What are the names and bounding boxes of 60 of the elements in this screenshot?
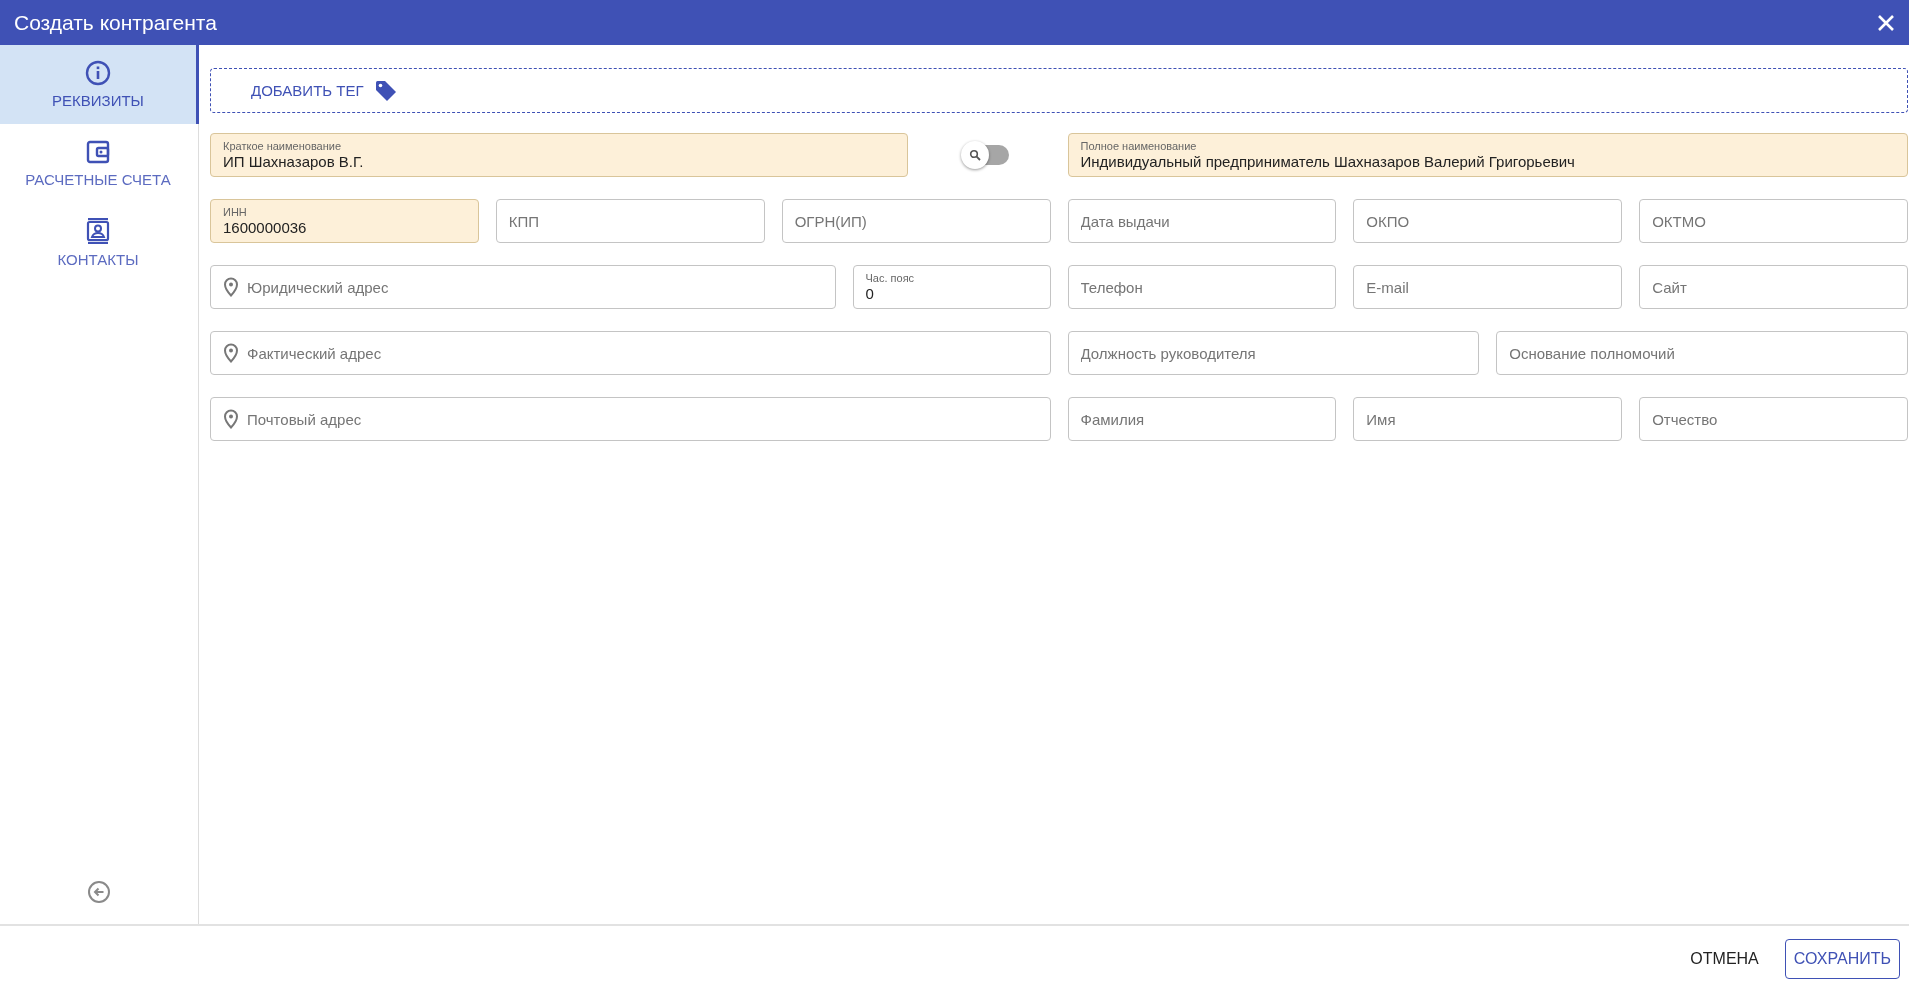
input-field[interactable]: Дата выдачи [1080, 212, 1324, 230]
cancel-button[interactable]: ОТМЕНА [1690, 941, 1759, 976]
input-field[interactable]: Телефон [1080, 278, 1324, 296]
window-title: Создать контрагента [14, 10, 217, 35]
sidebar-tab[interactable]: КОНТАКТЫ [0, 203, 199, 282]
input-field[interactable]: Фактический адрес [247, 344, 1038, 362]
text-field[interactable]: Основание полномочий [1496, 331, 1908, 375]
text-field[interactable]: Юридический адрес [210, 265, 836, 309]
text-field[interactable]: Фактический адрес [210, 331, 1051, 375]
contact-card-icon [85, 217, 111, 245]
field-label: Час. пояс [865, 272, 916, 285]
field-label: Краткое наименование [223, 140, 343, 153]
text-field[interactable]: Краткое наименование ИП Шахназаров В.Г. [210, 133, 908, 177]
save-button[interactable]: СОХРАНИТЬ [1784, 938, 1900, 979]
text-field[interactable]: Дата выдачи [1067, 199, 1337, 243]
input-field[interactable]: ИП Шахназаров В.Г. [223, 153, 895, 170]
field-label: ИНН [223, 206, 248, 219]
input-field[interactable]: Фамилия [1080, 410, 1324, 428]
location-pin-icon [223, 409, 239, 429]
text-field[interactable]: Полное наименование Индивидуальный предприниматель Шахназаров Валерий Григорьевич [1067, 133, 1908, 177]
input-field[interactable]: Должность руководителя [1080, 344, 1467, 362]
tag-icon [373, 78, 398, 103]
text-field[interactable]: Имя [1353, 397, 1623, 441]
input-field[interactable]: ОГРН(ИП) [794, 212, 1038, 230]
input-field[interactable]: Имя [1366, 410, 1610, 428]
input-field[interactable]: Юридический адрес [247, 278, 823, 296]
text-field[interactable]: Должность руководителя [1067, 331, 1480, 375]
input-field[interactable]: Почтовый адрес [247, 410, 1038, 428]
wallet-icon [85, 139, 111, 165]
info-icon [85, 60, 111, 86]
text-field[interactable]: Фамилия [1067, 397, 1337, 441]
text-field[interactable]: ИНН 1600000036 [210, 199, 479, 243]
input-field[interactable]: ОКПО [1366, 212, 1610, 230]
text-field[interactable]: ОКТМО [1639, 199, 1908, 243]
text-field[interactable]: E-mail [1353, 265, 1623, 309]
add-tag-button[interactable]: ДОБАВИТЬ ТЕГ [251, 78, 398, 103]
input-field[interactable]: Основание полномочий [1509, 344, 1895, 362]
text-field[interactable]: Телефон [1067, 265, 1337, 309]
sidebar-tab[interactable]: РЕКВИЗИТЫ [0, 45, 199, 124]
text-field[interactable]: ОГРН(ИП) [781, 199, 1051, 243]
location-pin-icon [223, 343, 239, 363]
text-field[interactable]: Почтовый адрес [210, 397, 1051, 441]
field-label: Полное наименование [1080, 140, 1198, 153]
location-pin-icon [223, 277, 239, 297]
input-field[interactable]: Отчество [1652, 410, 1895, 428]
input-field[interactable]: 1600000036 [223, 219, 466, 236]
input-field[interactable]: ОКТМО [1652, 212, 1895, 230]
input-field[interactable]: 0 [865, 285, 1038, 302]
text-field[interactable]: Отчество [1639, 397, 1908, 441]
text-field[interactable]: Сайт [1639, 265, 1908, 309]
text-field[interactable]: ОКПО [1353, 199, 1623, 243]
search-icon [968, 149, 981, 161]
collapse-arrow-icon[interactable] [87, 880, 111, 904]
text-field[interactable]: КПП [495, 199, 765, 243]
sidebar-tab[interactable]: РАСЧЕТНЫЕ СЧЕТА [0, 124, 199, 203]
input-field[interactable]: Индивидуальный предприниматель Шахназаров Валерий Григорьевич [1080, 153, 1895, 170]
text-field[interactable]: Час. пояс 0 [852, 265, 1051, 309]
input-field[interactable]: E-mail [1366, 278, 1610, 296]
input-field[interactable]: КПП [508, 212, 752, 230]
input-field[interactable]: Сайт [1652, 278, 1895, 296]
